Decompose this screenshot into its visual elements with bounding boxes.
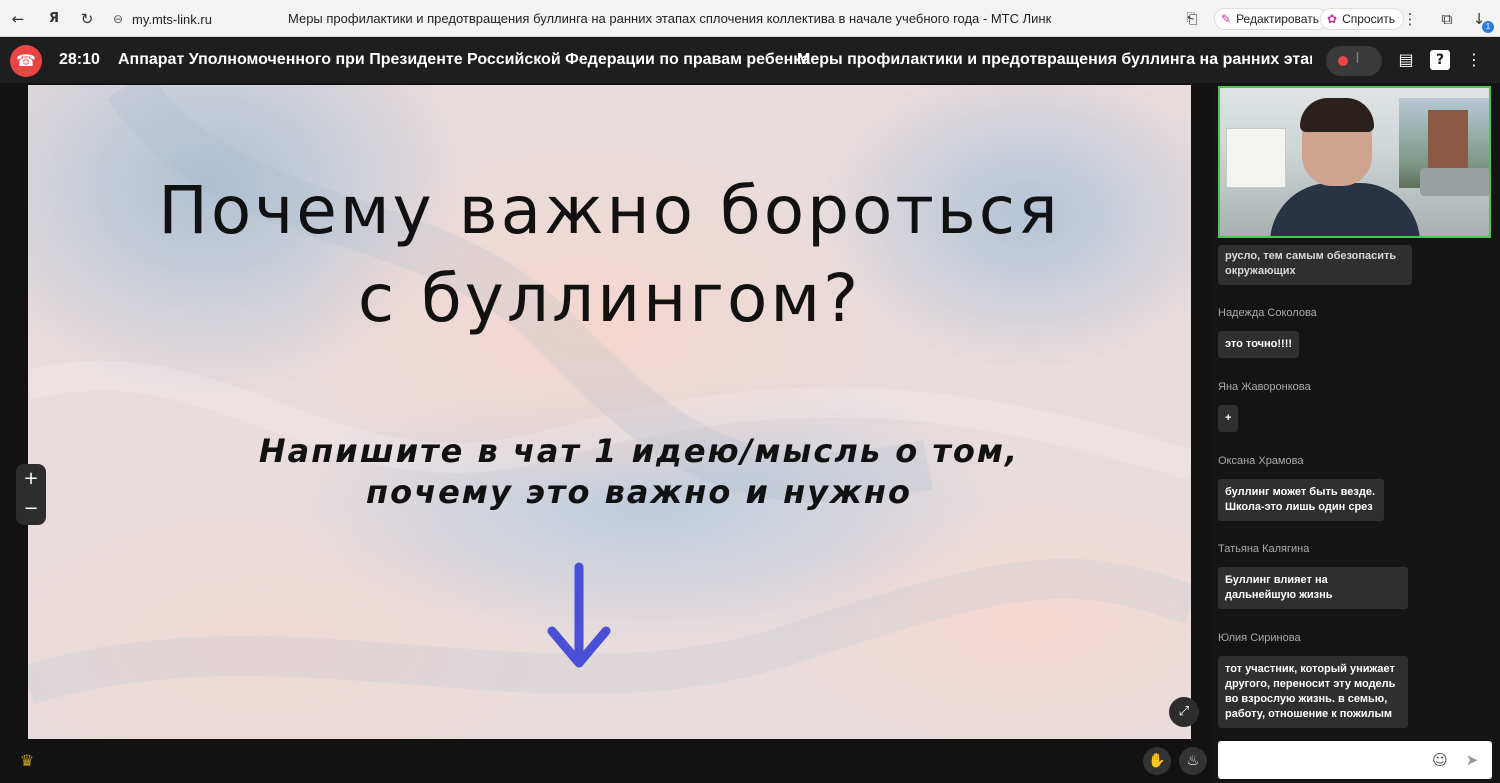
- slide-title-line1: Почему важно бороться: [158, 172, 1061, 249]
- presentation-stage: Почему важно бороться с буллингом? Напиш…: [0, 83, 1210, 739]
- more-icon[interactable]: ⋮: [1464, 50, 1484, 70]
- reload-icon[interactable]: ↻: [78, 10, 96, 28]
- fullscreen-button[interactable]: ⤢: [1169, 697, 1199, 727]
- video-background: [1420, 168, 1489, 196]
- slide-title-line2: с буллингом?: [357, 260, 862, 337]
- right-panel: русло, тем самым обезопасить окружающих …: [1210, 83, 1500, 783]
- zoom-controls: + −: [16, 464, 46, 525]
- chat-author: Надежда Соколова: [1218, 307, 1317, 319]
- slide-subtitle: Напишите в чат 1 идею/мысль о том, почем…: [28, 431, 1191, 513]
- chat-feed[interactable]: русло, тем самым обезопасить окружающих …: [1218, 245, 1488, 739]
- bottom-bar: ♛ ✋ ♨: [0, 739, 1210, 783]
- speaker-figure: [1300, 98, 1374, 132]
- session-timer: 28:10: [59, 51, 100, 68]
- presentation-slide: Почему важно бороться с буллингом? Напиш…: [28, 85, 1191, 739]
- chat-author: Яна Жаворонкова: [1218, 381, 1311, 393]
- reactions-button[interactable]: ♨: [1179, 747, 1207, 775]
- chat-icon[interactable]: ▤: [1396, 50, 1416, 70]
- page-title: Меры профилактики и предотвращения булли…: [288, 11, 1052, 26]
- slide-title: Почему важно бороться с буллингом?: [28, 167, 1191, 343]
- event-title: Меры профилактики и предотвращения булли…: [797, 51, 1312, 68]
- slide-subtitle-line1: Напишите в чат 1 идею/мысль о том,: [258, 432, 1020, 470]
- chat-message-text: это точно!!!!: [1218, 331, 1300, 358]
- yandex-icon[interactable]: Я: [45, 10, 63, 28]
- browser-toolbar: ← Я ↻ ⊖ my.mts-link.ru Меры профилактики…: [0, 0, 1500, 37]
- chat-message: Татьяна Калягина Буллинг влияет на дальн…: [1218, 543, 1408, 609]
- chat-message: Юлия Сиринова тот участник, который униж…: [1218, 632, 1408, 728]
- ask-icon: ✿: [1327, 12, 1338, 26]
- help-icon[interactable]: ?: [1430, 50, 1450, 70]
- audio-wave-icon: ⦚: [1356, 51, 1359, 67]
- chat-message-text: +: [1218, 405, 1239, 432]
- back-icon[interactable]: ←: [9, 10, 27, 28]
- emblem-icon: ♛: [19, 751, 35, 770]
- ask-button[interactable]: ✿ Спросить: [1320, 8, 1405, 30]
- address-bar[interactable]: my.mts-link.ru: [132, 7, 212, 31]
- speaker-video[interactable]: [1218, 86, 1491, 238]
- extensions-icon[interactable]: ⧉: [1438, 10, 1456, 28]
- recording-indicator[interactable]: ⦚: [1326, 46, 1382, 76]
- url-text: my.mts-link.ru: [132, 11, 212, 27]
- phone-icon: ☎: [16, 51, 36, 70]
- chat-message: Яна Жаворонкова +: [1218, 381, 1311, 432]
- edit-label: Редактировать: [1236, 12, 1319, 26]
- chat-input-box: ☺ ➤: [1218, 741, 1492, 779]
- chat-author: Оксана Храмова: [1218, 455, 1304, 467]
- ask-label: Спросить: [1342, 12, 1396, 26]
- chat-author: Юлия Сиринова: [1218, 632, 1301, 644]
- chat-message: Оксана Храмова буллинг может быть везде.…: [1218, 455, 1384, 521]
- site-info-icon[interactable]: ⊖: [109, 10, 127, 28]
- record-dot-icon: [1338, 56, 1348, 66]
- emoji-icon[interactable]: ☺: [1430, 750, 1450, 770]
- organizer-name: Аппарат Уполномоченного при Президенте Р…: [118, 51, 811, 68]
- chat-message-text: русло, тем самым обезопасить окружающих: [1218, 245, 1412, 285]
- app-header: ☎ 28:10 Аппарат Уполномоченного при През…: [0, 37, 1500, 83]
- chat-author: Татьяна Калягина: [1218, 543, 1310, 555]
- chat-message-text: буллинг может быть везде. Школа-это лишь…: [1218, 479, 1384, 521]
- slide-subtitle-line2: почему это важно и нужно: [366, 473, 912, 511]
- speaker-figure: [1270, 183, 1420, 236]
- edit-icon: ✎: [1221, 12, 1232, 26]
- zoom-out-button[interactable]: −: [16, 494, 46, 524]
- raise-hand-button[interactable]: ✋: [1143, 747, 1171, 775]
- downloads-badge: 1: [1482, 21, 1494, 33]
- send-icon[interactable]: ➤: [1462, 750, 1482, 770]
- expand-icon: ⤢: [1178, 704, 1190, 719]
- chat-message-text: Буллинг влияет на дальнейшую жизнь: [1218, 567, 1408, 609]
- video-background: [1226, 128, 1286, 188]
- menu-icon[interactable]: ⋮: [1401, 10, 1419, 28]
- edit-button[interactable]: ✎ Редактировать: [1214, 8, 1328, 30]
- chat-message: Надежда Соколова это точно!!!!: [1218, 307, 1317, 358]
- chat-message-text: тот участник, который унижает другого, п…: [1218, 656, 1408, 728]
- hangup-button[interactable]: ☎: [10, 45, 42, 77]
- down-arrow-icon: [547, 562, 611, 668]
- fire-icon: ♨: [1186, 753, 1200, 769]
- hand-icon: ✋: [1148, 753, 1166, 769]
- chat-message: русло, тем самым обезопасить окружающих: [1218, 245, 1412, 285]
- zoom-in-button[interactable]: +: [16, 464, 46, 494]
- chat-input[interactable]: [1224, 749, 1424, 771]
- bookmark-icon[interactable]: ⎗: [1183, 10, 1201, 28]
